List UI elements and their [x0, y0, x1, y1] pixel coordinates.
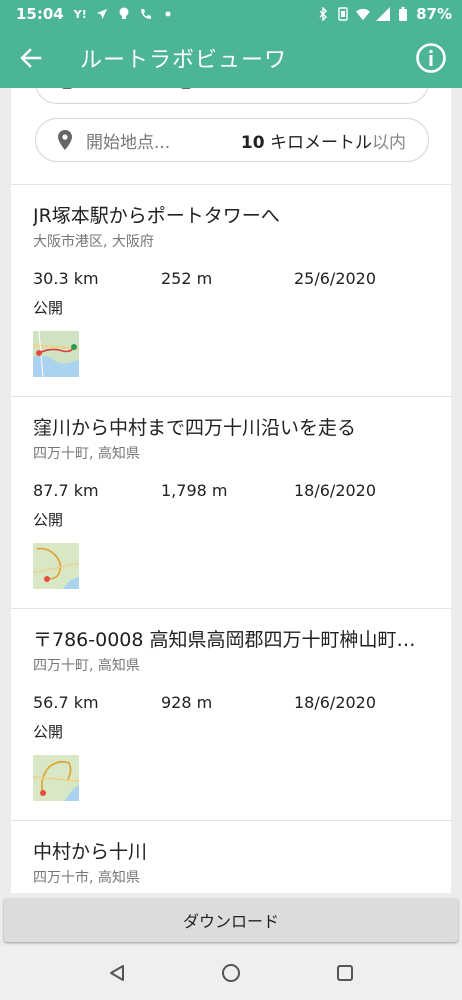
route-map-thumbnail — [33, 543, 79, 589]
route-map-thumbnail — [33, 755, 79, 801]
keyword-search-field[interactable] — [35, 88, 429, 104]
route-title: 〒786-0008 高知県高岡郡四万十町榊山町… — [33, 629, 416, 651]
start-location-field[interactable]: 開始地点... 10 キロメートル以内 — [35, 118, 429, 162]
route-map-thumbnail — [33, 331, 79, 377]
nav-home-button[interactable] — [211, 953, 251, 993]
phone-icon — [139, 7, 153, 21]
route-visibility: 公開 — [33, 299, 64, 317]
route-visibility: 公開 — [33, 723, 64, 741]
radius-unit: キロメートル — [270, 132, 372, 153]
route-elevation: 1,798 m — [161, 481, 228, 500]
route-location: 四万十町, 高知県 — [33, 446, 140, 462]
dot-icon — [161, 7, 175, 21]
route-location: 四万十市, 高知県 — [33, 870, 140, 886]
battery-icon — [396, 7, 410, 21]
arrow-left-icon — [20, 48, 42, 68]
route-distance: 30.3 km — [33, 269, 99, 288]
download-button[interactable]: ダウンロード — [4, 898, 458, 942]
route-title: JR塚本駅からポートタワーへ — [33, 205, 280, 227]
route-title: 窪川から中村まで四万十川沿いを走る — [33, 417, 357, 439]
route-date: 18/6/2020 — [294, 693, 377, 712]
status-system-icons: 87% — [316, 5, 452, 23]
vibrate-icon — [336, 7, 350, 21]
radius-selector[interactable]: 10 キロメートル以内 — [241, 128, 406, 153]
signal-icon — [376, 7, 391, 21]
app-bar: ルートラボビューワ — [0, 28, 462, 88]
route-visibility: 公開 — [33, 511, 64, 529]
info-icon — [416, 43, 446, 73]
wifi-icon — [356, 7, 371, 21]
system-nav-bar — [0, 946, 462, 1000]
app-title: ルートラボビューワ — [80, 48, 288, 73]
route-date: 18/6/2020 — [294, 481, 377, 500]
battery-percent: 87% — [416, 5, 452, 23]
info-button[interactable] — [400, 28, 462, 88]
status-time: 15:04 — [16, 5, 64, 23]
radius-value: 10 — [240, 132, 265, 153]
route-location: 四万十町, 高知県 — [33, 658, 140, 674]
status-bar: 15:04 Y! 87% — [0, 0, 462, 28]
route-distance: 56.7 km — [33, 693, 99, 712]
location-pin-icon — [54, 129, 76, 151]
route-list-panel: 開始地点... 10 キロメートル以内 JR塚本駅からポートタワーへ 大阪市港区… — [11, 88, 451, 893]
route-title: 中村から十川 — [33, 841, 148, 863]
square-recents-icon — [337, 965, 353, 981]
bluetooth-icon — [316, 7, 330, 21]
triangle-back-icon — [110, 965, 124, 981]
back-button[interactable] — [0, 28, 62, 88]
route-list-item[interactable]: JR塚本駅からポートタワーへ 大阪市港区, 大阪府 30.3 km 252 m … — [11, 185, 451, 395]
route-date: 25/6/2020 — [294, 269, 377, 288]
yahoo-icon: Y! — [73, 7, 87, 21]
start-location-placeholder: 開始地点... — [86, 132, 171, 153]
route-elevation: 928 m — [161, 693, 213, 712]
route-list-item[interactable]: 中村から十川 四万十市, 高知県 — [11, 821, 451, 893]
status-notification-icons: Y! — [74, 7, 175, 21]
route-elevation: 252 m — [161, 269, 213, 288]
radius-suffix: 以内 — [372, 132, 406, 153]
route-distance: 87.7 km — [33, 481, 99, 500]
route-list-item[interactable]: 〒786-0008 高知県高岡郡四万十町榊山町… 四万十町, 高知県 56.7 … — [11, 609, 451, 819]
nav-recents-button[interactable] — [325, 953, 365, 993]
route-location: 大阪市港区, 大阪府 — [33, 234, 154, 250]
bulb-icon — [117, 7, 131, 21]
route-list-item[interactable]: 窪川から中村まで四万十川沿いを走る 四万十町, 高知県 87.7 km 1,79… — [11, 397, 451, 607]
circle-home-icon — [222, 964, 240, 982]
navigation-icon — [95, 7, 109, 21]
nav-back-button[interactable] — [97, 953, 137, 993]
